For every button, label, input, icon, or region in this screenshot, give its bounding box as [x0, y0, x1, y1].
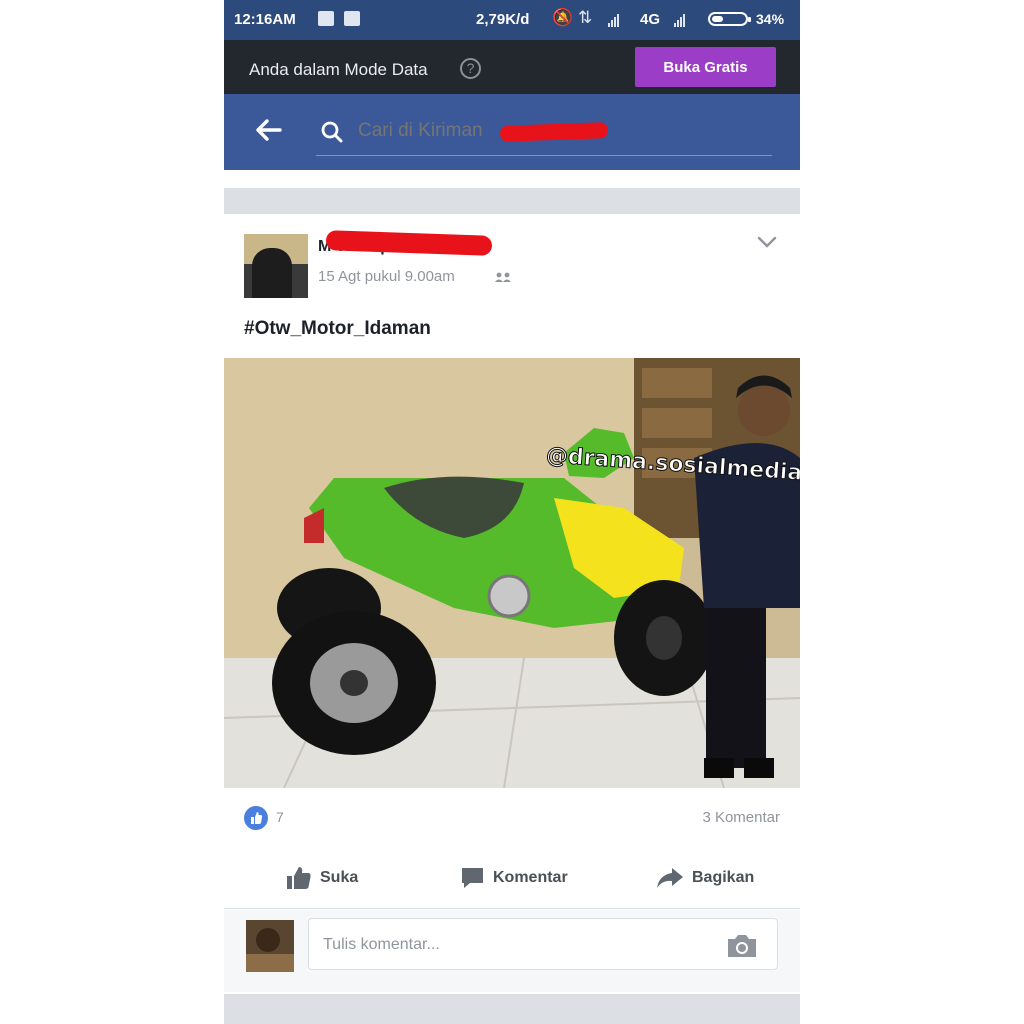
like-count: 7 — [276, 809, 284, 825]
comment-field[interactable] — [308, 918, 778, 970]
share-button[interactable]: Bagikan — [656, 848, 754, 908]
share-icon — [657, 868, 683, 888]
help-icon[interactable]: ? — [460, 58, 481, 79]
like-reaction-icon — [244, 806, 268, 830]
notification-icon — [344, 11, 360, 26]
camera-icon[interactable] — [725, 933, 759, 959]
feed-divider — [224, 994, 800, 1024]
back-arrow-icon[interactable] — [254, 118, 282, 142]
data-mode-banner: Anda dalam Mode Data ? Buka Gratis — [224, 40, 800, 94]
post-photo[interactable]: @drama.sosialmedia — [224, 358, 800, 788]
comment-count[interactable]: 3 Komentar — [702, 809, 780, 826]
signal-icon — [674, 13, 685, 27]
mute-icon: 🔕 — [552, 8, 574, 27]
comment-composer — [224, 910, 800, 992]
author-avatar[interactable] — [244, 234, 308, 298]
notification-icon — [318, 11, 334, 26]
battery-percent: 34% — [756, 11, 785, 27]
open-free-button[interactable]: Buka Gratis — [635, 47, 776, 87]
share-label: Bagikan — [692, 869, 755, 886]
status-time: 12:16AM — [234, 11, 296, 28]
post-timestamp[interactable]: 15 Agt pukul 9.00am — [318, 268, 455, 285]
like-button[interactable]: Suka — [286, 848, 358, 908]
thumbs-up-icon — [287, 867, 311, 889]
search-icon — [321, 121, 343, 143]
post-caption: #Otw_Motor_Idaman — [244, 318, 431, 339]
comment-icon — [462, 868, 483, 888]
data-transfer-icon: ⇅ — [578, 8, 593, 27]
comment-input[interactable] — [323, 933, 703, 957]
post-card: M Thonq 15 Agt pukul 9.00am #Otw_Motor_I… — [224, 214, 800, 994]
friends-audience-icon — [495, 272, 511, 282]
reactions-summary[interactable]: 7 3 Komentar — [224, 788, 800, 848]
chevron-down-icon[interactable] — [756, 234, 778, 250]
comment-button[interactable]: Komentar — [460, 848, 568, 908]
comment-label: Komentar — [493, 869, 568, 886]
signal-icon — [608, 13, 619, 27]
search-header — [224, 94, 800, 170]
battery-icon — [708, 12, 751, 26]
network-speed: 2,79K/d — [476, 11, 530, 28]
search-underline — [316, 155, 772, 156]
status-bar: 12:16AM 2,79K/d 🔕 ⇅ 4G 34% — [224, 0, 800, 40]
feed-divider — [224, 188, 800, 214]
network-type: 4G — [640, 11, 661, 28]
post-actions: Suka Komentar Bagikan — [224, 848, 800, 909]
user-avatar — [246, 920, 294, 972]
like-label: Suka — [320, 869, 359, 886]
data-mode-message: Anda dalam Mode Data — [249, 60, 428, 79]
phone-screen: 12:16AM 2,79K/d 🔕 ⇅ 4G 34% Anda dalam Mo… — [224, 0, 800, 1024]
